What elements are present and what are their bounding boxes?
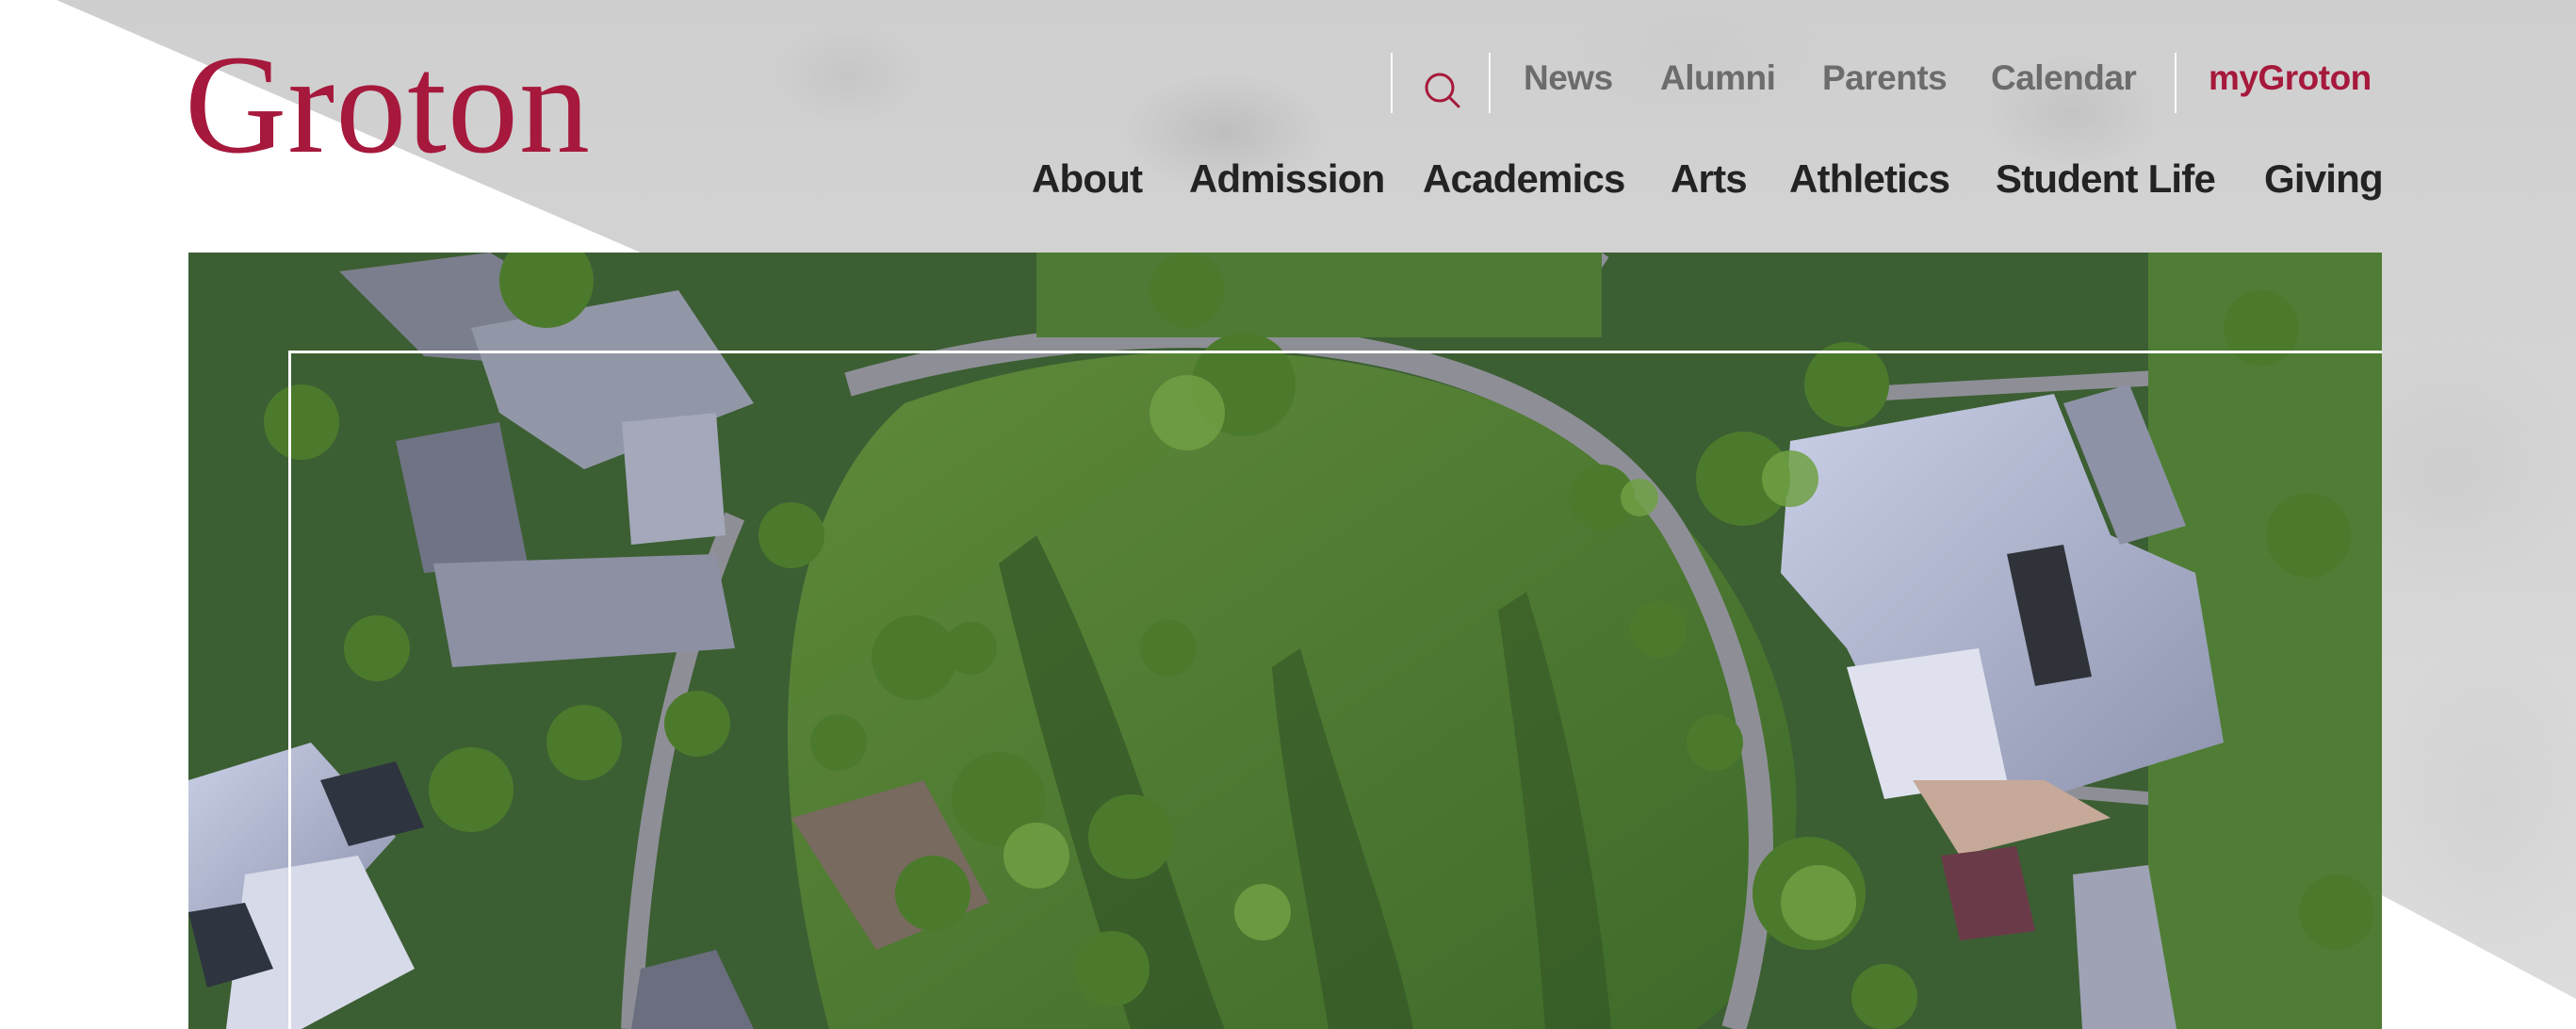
nav-admission[interactable]: Admission — [1189, 156, 1385, 202]
nav-student-life[interactable]: Student Life — [1996, 156, 2216, 202]
nav-arts[interactable]: Arts — [1671, 156, 1748, 202]
nav-about[interactable]: About — [1032, 156, 1143, 202]
nav-academics[interactable]: Academics — [1423, 156, 1625, 202]
divider-right-search — [1489, 53, 1491, 113]
search-button[interactable] — [1417, 64, 1468, 115]
nav-athletics[interactable]: Athletics — [1789, 156, 1950, 202]
divider-left-search — [1391, 53, 1393, 113]
nav-parents[interactable]: Parents — [1822, 58, 1948, 98]
search-icon — [1425, 73, 1460, 108]
groton-logo[interactable]: Groton — [185, 34, 591, 175]
nav-calendar[interactable]: Calendar — [1991, 58, 2137, 98]
nav-alumni[interactable]: Alumni — [1660, 58, 1776, 98]
nav-giving[interactable]: Giving — [2264, 156, 2384, 202]
divider-before-mygroton — [2175, 53, 2177, 113]
nav-news[interactable]: News — [1524, 58, 1613, 98]
nav-mygroton[interactable]: myGroton — [2209, 58, 2372, 98]
hero-aerial-image — [188, 253, 2382, 1029]
